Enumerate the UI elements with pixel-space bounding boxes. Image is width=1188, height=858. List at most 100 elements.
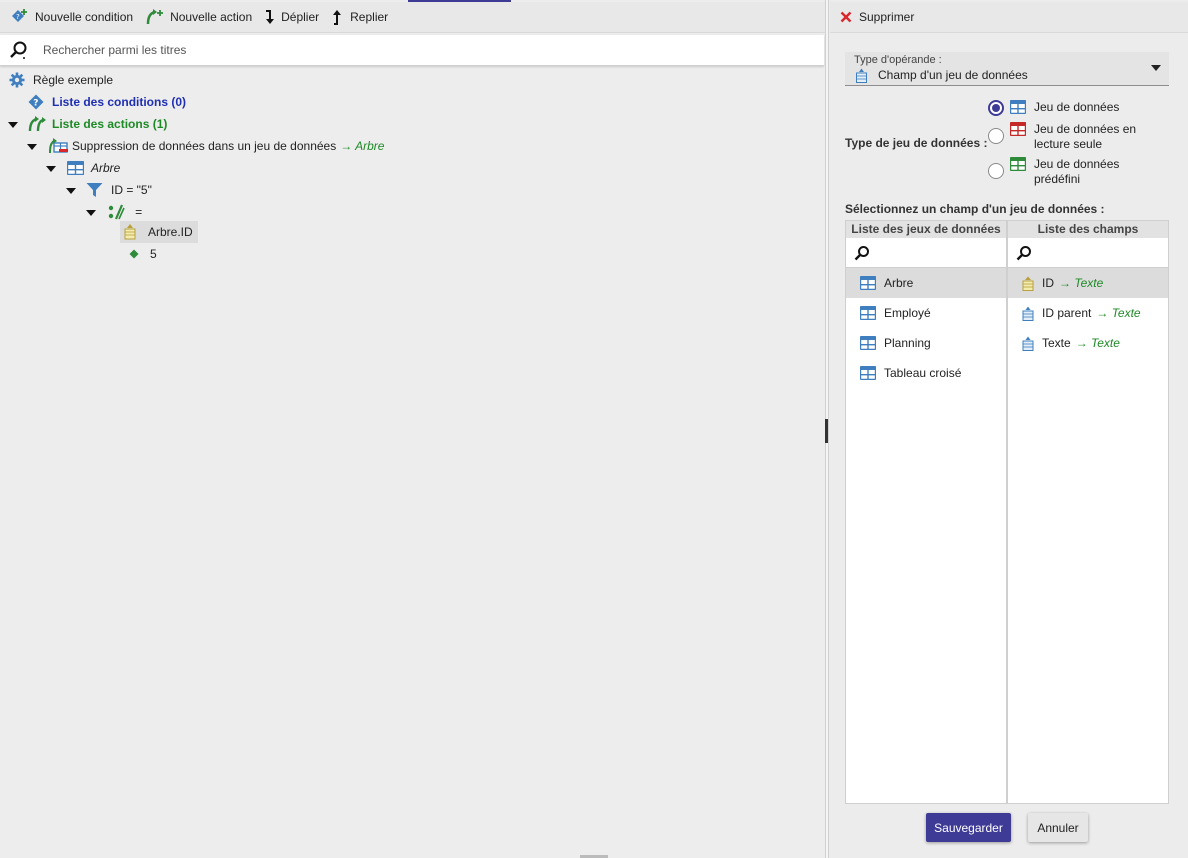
rule-tree-pane: ? Nouvelle condition Nouvelle action Dép… — [0, 0, 825, 858]
actions-list-label: Liste des actions (1) — [52, 117, 168, 131]
table-icon — [860, 366, 876, 380]
datasets-search — [846, 238, 1006, 268]
tree-node-conditions[interactable]: ? Liste des conditions (0) — [28, 92, 186, 112]
dataset-item[interactable]: Employé — [846, 298, 1006, 328]
radio-readonly-button[interactable] — [988, 128, 1004, 144]
radio-dataset-label: Jeu de données — [1034, 100, 1120, 114]
dataset-item[interactable]: Planning — [846, 328, 1006, 358]
new-action-button[interactable]: Nouvelle action — [145, 3, 252, 31]
dataset-item-label: Planning — [884, 336, 931, 350]
cancel-button[interactable]: Annuler — [1028, 813, 1088, 842]
search-icon — [854, 245, 869, 260]
fields-search — [1008, 238, 1168, 268]
operand-editor-pane: Supprimer Type d'opérande : Champ d'un j… — [830, 0, 1188, 858]
tree-node-rule[interactable]: Règle exemple — [9, 70, 113, 90]
dataset-item-label: Arbre — [884, 276, 914, 290]
close-x-icon — [840, 11, 852, 23]
value-label: 5 — [150, 247, 157, 261]
filter-funnel-icon — [86, 183, 103, 197]
new-condition-icon: ? — [12, 9, 27, 22]
svg-text:?: ? — [33, 99, 38, 109]
delete-label: Supprimer — [859, 10, 915, 24]
field-item-type: → Texte — [1059, 276, 1104, 290]
table-icon — [860, 306, 876, 320]
dataset-item-label: Tableau croisé — [884, 366, 962, 380]
table-green-icon — [1010, 157, 1026, 171]
field-icon — [1022, 306, 1034, 321]
operator-label: = — [135, 205, 143, 219]
tree-node-field[interactable]: Arbre.ID — [120, 221, 198, 243]
title-search-bar — [0, 35, 824, 66]
chevron-down-icon — [1151, 65, 1161, 71]
new-condition-button[interactable]: ? Nouvelle condition — [10, 3, 133, 31]
table-icon — [860, 276, 876, 290]
field-item-name: Texte — [1042, 336, 1071, 350]
operator-caret[interactable] — [86, 210, 96, 216]
delete-action-target: → Arbre — [340, 139, 385, 153]
dataset-caret[interactable] — [46, 166, 56, 172]
dataset-field-icon — [856, 68, 867, 83]
collapse-arrow-icon — [333, 10, 342, 25]
operand-type-value: Champ d'un jeu de données — [878, 68, 1028, 82]
app-window: ? Nouvelle condition Nouvelle action Dép… — [0, 0, 1188, 858]
radio-dataset[interactable]: Jeu de données — [988, 100, 1164, 116]
radio-predefined-dataset[interactable]: Jeu de données prédéfini — [988, 157, 1164, 187]
filter-caret[interactable] — [66, 188, 76, 194]
delete-action-caret[interactable] — [27, 144, 37, 150]
gear-icon — [9, 72, 25, 88]
tree-node-dataset[interactable]: Arbre — [67, 158, 120, 178]
rule-title: Règle exemple — [33, 73, 114, 87]
dataset-item[interactable]: Tableau croisé — [846, 358, 1006, 388]
tree-node-delete-action[interactable]: Suppression de données dans un jeu de do… — [47, 136, 384, 156]
dataset-type-label: Type de jeu de données : — [845, 136, 988, 150]
field-label: Arbre.ID — [148, 225, 193, 239]
field-item[interactable]: Texte → Texte — [1008, 328, 1168, 358]
tree-node-filter[interactable]: ID = "5" — [86, 180, 152, 200]
tree-toolbar: ? Nouvelle condition Nouvelle action Dép… — [0, 2, 825, 33]
editor-toolbar: Supprimer — [830, 2, 1188, 33]
expand-button[interactable]: Déplier — [264, 3, 319, 31]
radio-readonly-label: Jeu de données en lecture seule — [1034, 122, 1137, 151]
dataset-item-label: Employé — [884, 306, 931, 320]
radio-dataset-button[interactable] — [988, 100, 1004, 116]
fields-search-input[interactable] — [1038, 245, 1158, 260]
svg-text:?: ? — [16, 13, 20, 21]
delete-data-icon — [49, 138, 68, 154]
field-item[interactable]: ID parent → Texte — [1008, 298, 1168, 328]
title-search-input[interactable] — [43, 43, 803, 57]
search-icon — [10, 41, 27, 59]
fields-list-panel: Liste des champs ID → Texte ID parent → … — [1007, 220, 1169, 804]
datasets-list-panel: Liste des jeux de données Arbre Employé … — [845, 220, 1007, 804]
field-item-type: → Texte — [1096, 306, 1141, 320]
new-action-icon — [146, 9, 164, 25]
datasets-search-input[interactable] — [876, 245, 996, 260]
radio-readonly-dataset[interactable]: Jeu de données en lecture seule — [988, 122, 1164, 152]
delete-button[interactable]: Supprimer — [840, 10, 914, 24]
fields-header: Liste des champs — [1008, 221, 1168, 238]
table-icon — [860, 336, 876, 350]
key-field-icon — [1022, 276, 1034, 291]
radio-predefined-button[interactable] — [988, 163, 1004, 179]
save-button[interactable]: Sauvegarder — [926, 813, 1011, 842]
field-item[interactable]: ID → Texte — [1008, 268, 1168, 298]
search-icon — [1016, 245, 1031, 260]
field-icon — [124, 224, 136, 240]
table-blue-icon — [1010, 100, 1026, 114]
dataset-item[interactable]: Arbre — [846, 268, 1006, 298]
tree-node-operator[interactable]: = — [107, 202, 142, 222]
operand-type-select[interactable]: Type d'opérande : Champ d'un jeu de donn… — [845, 52, 1169, 86]
radio-predefined-label: Jeu de données prédéfini — [1034, 157, 1120, 186]
collapse-button[interactable]: Replier — [331, 3, 388, 31]
collapse-label: Replier — [350, 10, 389, 24]
table-red-icon — [1010, 122, 1026, 136]
operator-icon — [108, 204, 125, 220]
tree-node-actions[interactable]: Liste des actions (1) — [28, 114, 167, 134]
expand-arrow-icon — [266, 10, 275, 24]
tree-node-value[interactable]: 5 — [129, 244, 157, 264]
filter-label: ID = "5" — [111, 183, 152, 197]
actions-icon — [28, 116, 46, 132]
dataset-label: Arbre — [91, 161, 121, 175]
splitter-handle[interactable] — [825, 419, 828, 443]
operand-type-label: Type d'opérande : — [854, 54, 942, 66]
actions-collapse-caret[interactable] — [8, 122, 18, 128]
